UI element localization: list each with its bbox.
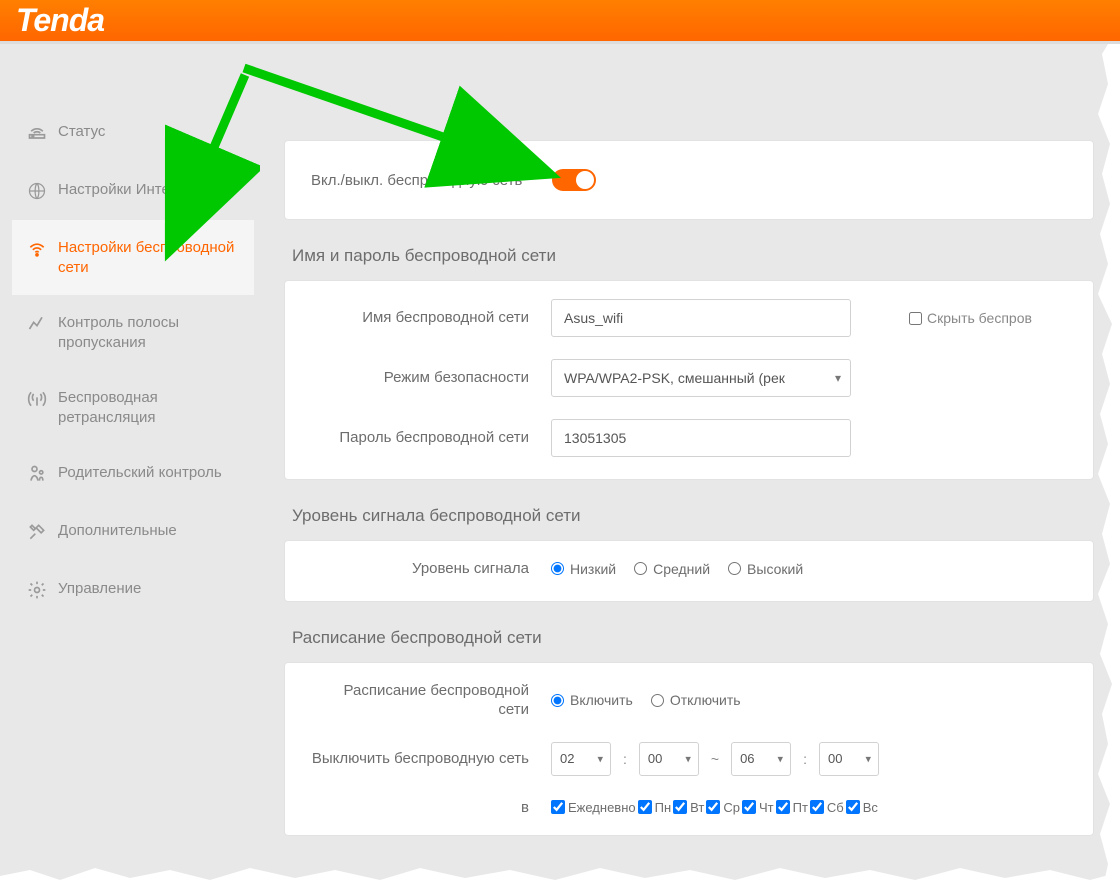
section-title-schedule: Расписание беспроводной сети bbox=[284, 612, 1094, 662]
signal-mid-radio[interactable]: Средний bbox=[634, 561, 710, 577]
day-sat-checkbox[interactable]: Сб bbox=[810, 800, 844, 815]
section-title-signal: Уровень сигнала беспроводной сети bbox=[284, 490, 1094, 540]
sidebar-label: Беспроводная ретрансляция bbox=[58, 388, 244, 427]
torn-bottom-edge bbox=[0, 864, 1120, 892]
ssid-label: Имя беспроводной сети bbox=[311, 308, 551, 328]
router-icon bbox=[26, 122, 48, 144]
gear-icon bbox=[26, 579, 48, 601]
turnoff-label: Выключить беспроводную сеть bbox=[311, 749, 551, 769]
to-min-select[interactable]: 00 bbox=[819, 742, 879, 776]
tools-icon bbox=[26, 521, 48, 543]
sidebar-label: Родительский контроль bbox=[58, 463, 222, 483]
day-wed-checkbox[interactable]: Ср bbox=[706, 800, 740, 815]
sidebar-item-parental[interactable]: Родительский контроль bbox=[12, 445, 254, 503]
day-daily-checkbox[interactable]: Ежедневно bbox=[551, 800, 636, 815]
antenna-icon bbox=[26, 388, 48, 410]
schedule-panel: Расписание беспроводной сети Включить От… bbox=[284, 662, 1094, 837]
wifi-icon bbox=[26, 238, 48, 260]
main-content: Вкл./выкл. беспроводную сеть Имя и парол… bbox=[254, 104, 1120, 846]
day-thu-checkbox[interactable]: Чт bbox=[742, 800, 774, 815]
security-select[interactable]: WPA/WPA2-PSK, смешанный (рек bbox=[551, 359, 851, 397]
days-prefix: в bbox=[311, 798, 551, 818]
hide-ssid-label: Скрыть беспров bbox=[927, 310, 1032, 326]
annotation-arrow-side bbox=[150, 70, 260, 270]
sidebar-item-relay[interactable]: Беспроводная ретрансляция bbox=[12, 370, 254, 445]
schedule-enable-radio[interactable]: Включить bbox=[551, 692, 633, 708]
hide-ssid-checkbox[interactable]: Скрыть беспров bbox=[909, 310, 1032, 326]
sidebar-item-manage[interactable]: Управление bbox=[12, 561, 254, 619]
from-min-select[interactable]: 00 bbox=[639, 742, 699, 776]
sidebar-label: Управление bbox=[58, 579, 141, 599]
schedule-disable-radio[interactable]: Отключить bbox=[651, 692, 741, 708]
day-sun-checkbox[interactable]: Вс bbox=[846, 800, 878, 815]
section-title-name: Имя и пароль беспроводной сети bbox=[284, 230, 1094, 280]
signal-panel: Уровень сигнала Низкий Средний Высокий bbox=[284, 540, 1094, 602]
from-hour-select[interactable]: 02 bbox=[551, 742, 611, 776]
security-label: Режим безопасности bbox=[311, 368, 551, 388]
day-mon-checkbox[interactable]: Пн bbox=[638, 800, 672, 815]
sidebar-label: Дополнительные bbox=[58, 521, 177, 541]
header-bar: Tenda bbox=[0, 0, 1120, 44]
schedule-label: Расписание беспроводной сети bbox=[311, 681, 551, 720]
chart-icon bbox=[26, 313, 48, 335]
day-fri-checkbox[interactable]: Пт bbox=[776, 800, 808, 815]
ssid-input[interactable] bbox=[551, 299, 851, 337]
globe-icon bbox=[26, 180, 48, 202]
to-hour-select[interactable]: 06 bbox=[731, 742, 791, 776]
sidebar-label: Контроль полосы пропускания bbox=[58, 313, 244, 352]
password-input[interactable] bbox=[551, 419, 851, 457]
signal-low-radio[interactable]: Низкий bbox=[551, 561, 616, 577]
family-icon bbox=[26, 463, 48, 485]
sidebar-item-advanced[interactable]: Дополнительные bbox=[12, 503, 254, 561]
signal-label: Уровень сигнала bbox=[311, 559, 551, 579]
sidebar-label: Статус bbox=[58, 122, 105, 142]
day-tue-checkbox[interactable]: Вт bbox=[673, 800, 704, 815]
annotation-arrow-top bbox=[234, 62, 574, 202]
password-label: Пароль беспроводной сети bbox=[311, 428, 551, 448]
sidebar-item-bandwidth[interactable]: Контроль полосы пропускания bbox=[12, 295, 254, 370]
brand-logo: Tenda bbox=[16, 2, 104, 39]
name-password-panel: Имя беспроводной сети Скрыть беспров Реж… bbox=[284, 280, 1094, 480]
signal-high-radio[interactable]: Высокий bbox=[728, 561, 803, 577]
